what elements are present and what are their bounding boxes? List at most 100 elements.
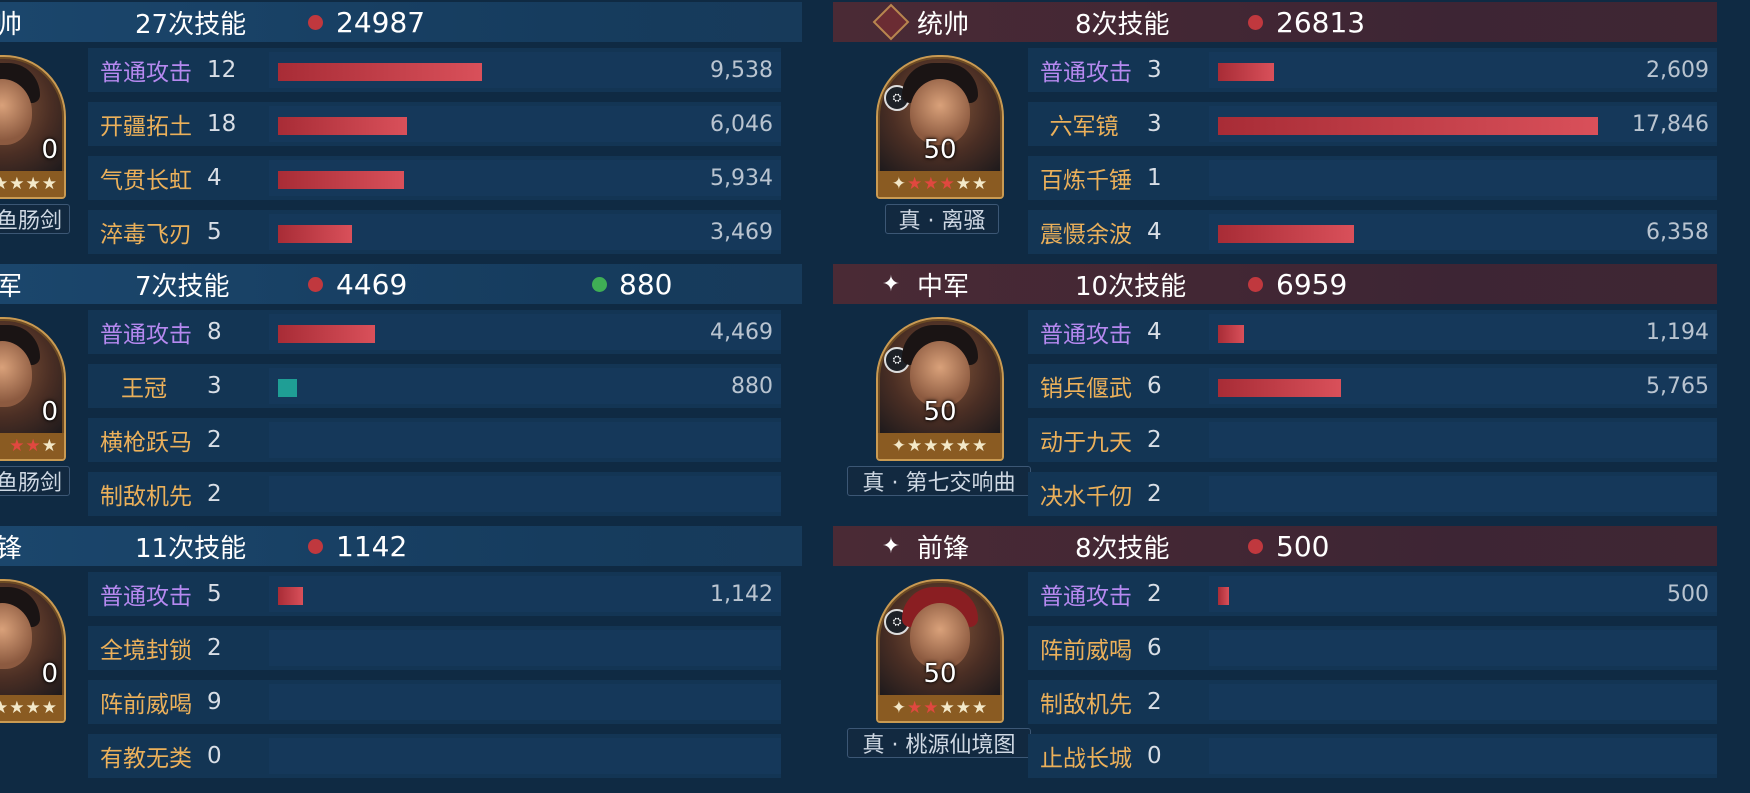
hero-level: 0 (41, 135, 58, 165)
skill-row: 制敌机先 2 (1028, 680, 1717, 724)
skill-name: 震慑余波 (1040, 222, 1132, 248)
skill-name: 止战长城 (1040, 746, 1132, 772)
skill-count: 2 (207, 635, 222, 661)
skill-value: 5,765 (1646, 373, 1709, 399)
skill-row: 制敌机先 2 (88, 472, 781, 516)
sparkle-icon: ✦ (881, 533, 901, 559)
skill-value: 3,469 (710, 219, 773, 245)
skill-name: 普通攻击 (100, 60, 192, 86)
skill-cast-count: 10次技能 (1075, 271, 1187, 302)
skill-count: 2 (1147, 481, 1162, 507)
skill-count: 9 (207, 689, 222, 715)
skill-count: 0 (1147, 743, 1162, 769)
skill-count: 6 (1147, 635, 1162, 661)
skill-value: 6,046 (710, 111, 773, 137)
skill-name: 制敌机先 (1040, 692, 1132, 718)
damage-bar (278, 325, 375, 343)
treasure-label[interactable]: 鱼肠剑 (0, 204, 70, 234)
skill-value: 5,934 (710, 165, 773, 191)
role-name: 军 (0, 271, 23, 302)
skill-row: 阵前威喝 9 (88, 680, 781, 724)
skill-name: 六军镜 (1049, 114, 1119, 140)
role-name: 统帅 (917, 9, 970, 40)
hero-stars: ✦★★★★★ (878, 171, 1002, 197)
hero-portrait[interactable]: ⛭ 50 ✦★★★★★ (876, 55, 1004, 199)
hero-stars: ★★★ (0, 433, 64, 459)
skill-count: 2 (1147, 581, 1162, 607)
skill-count: 18 (207, 111, 237, 137)
unit-header: ✦ 中军 10次技能 6959 (833, 264, 1717, 304)
treasure-label[interactable]: 真 · 桃源仙境图 (847, 728, 1031, 758)
hero-portrait[interactable]: ⛭ 50 ✦★★★★★ (876, 317, 1004, 461)
bar-track (269, 476, 781, 512)
skill-value: 1,142 (710, 581, 773, 607)
damage-dot-icon (1248, 15, 1263, 30)
skill-count: 1 (1147, 165, 1162, 191)
skill-row: 动于九天 2 (1028, 418, 1717, 462)
skill-row: 全境封锁 2 (88, 626, 781, 670)
skill-count: 2 (207, 427, 222, 453)
damage-total: 1142 (336, 529, 408, 563)
skill-name: 决水千仞 (1040, 484, 1132, 510)
skill-name: 销兵偃武 (1040, 376, 1132, 402)
skill-count: 2 (1147, 427, 1162, 453)
skill-row: 震慑余波 4 6,358 (1028, 210, 1717, 254)
skill-row: 普通攻击 12 9,538 (88, 48, 781, 92)
skill-row: 淬毒飞刃 5 3,469 (88, 210, 781, 254)
skill-count: 2 (1147, 689, 1162, 715)
damage-bar (1218, 379, 1341, 397)
skill-row: 决水千仞 2 (1028, 472, 1717, 516)
unit-header: ✦ 前锋 8次技能 500 (833, 526, 1717, 566)
skill-value: 9,538 (710, 57, 773, 83)
skill-count: 4 (207, 165, 222, 191)
skill-row: 普通攻击 2 500 (1028, 572, 1717, 616)
skill-count: 2 (207, 481, 222, 507)
treasure-label[interactable]: 鱼肠剑 (0, 466, 70, 496)
damage-dot-icon (308, 277, 323, 292)
bar-track (269, 684, 781, 720)
skill-value: 4,469 (710, 319, 773, 345)
treasure-label[interactable]: 真 · 离骚 (885, 204, 999, 234)
skill-count: 4 (1147, 219, 1162, 245)
hero-portrait[interactable]: 0 ★★★ (0, 317, 66, 461)
role-name: 中军 (917, 271, 970, 302)
heal-dot-icon (592, 277, 607, 292)
hero-portrait[interactable]: 0 ★★★★ (0, 579, 66, 723)
skill-value: 880 (731, 373, 773, 399)
skill-name: 普通攻击 (1040, 60, 1132, 86)
skill-cast-count: 7次技能 (135, 271, 230, 302)
hero-level: 0 (41, 659, 58, 689)
commander-sword-icon (872, 2, 910, 42)
hero-portrait[interactable]: ⛭ 50 ✦★★★★★ (876, 579, 1004, 723)
skill-count: 5 (207, 581, 222, 607)
skill-count: 3 (207, 373, 222, 399)
role-name: 帅 (0, 9, 23, 40)
hero-stars: ✦★★★★★ (878, 695, 1002, 721)
unit-vanguard: 锋 11次技能 1142 0 ★★★★ 普通攻击 5 1,142 全境封锁 2 … (0, 524, 802, 785)
bar-track (1209, 738, 1717, 774)
treasure-label[interactable]: 真 · 第七交响曲 (847, 466, 1031, 496)
hero-portrait[interactable]: 0 ★★★★ (0, 55, 66, 199)
hero-level: 50 (923, 397, 957, 427)
bar-track (1209, 630, 1717, 666)
bar-track (1209, 684, 1717, 720)
bar-track (269, 738, 781, 774)
hero-level: 50 (923, 659, 957, 689)
skill-name: 气贯长虹 (100, 168, 192, 194)
skill-name: 淬毒飞刃 (100, 222, 192, 248)
hero-level: 50 (923, 135, 957, 165)
damage-bar (1218, 225, 1354, 243)
damage-bar (278, 117, 407, 135)
skill-row: 普通攻击 4 1,194 (1028, 310, 1717, 354)
unit-header: 军 7次技能 4469 880 (0, 264, 802, 304)
damage-bar (278, 225, 352, 243)
hero-stars: ★★★★ (0, 171, 64, 197)
skill-row: 阵前威喝 6 (1028, 626, 1717, 670)
skill-row: 气贯长虹 4 5,934 (88, 156, 781, 200)
bar-track (269, 630, 781, 666)
skill-row: 横枪跃马 2 (88, 418, 781, 462)
skill-cast-count: 8次技能 (1075, 9, 1170, 40)
bar-track (1209, 160, 1717, 196)
skill-name: 普通攻击 (100, 584, 192, 610)
damage-bar (1218, 325, 1244, 343)
